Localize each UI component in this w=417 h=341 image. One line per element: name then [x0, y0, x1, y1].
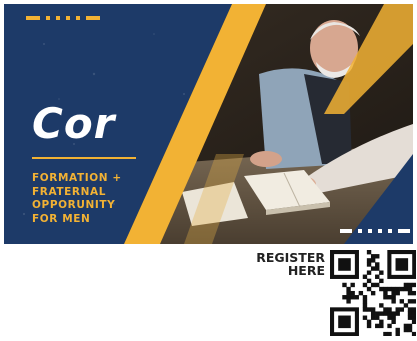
banner-title: Cor — [32, 99, 116, 148]
subtitle-line: FORMATION + — [32, 172, 122, 184]
banner-subtitle: FORMATION + FRATERNAL OPPORUNITY FOR MEN — [32, 172, 162, 226]
qr-code-icon[interactable] — [330, 250, 416, 336]
subtitle-line: FRATERNAL — [32, 185, 106, 198]
subtitle-line: OPPORUNITY — [32, 199, 116, 211]
subtitle-line: FOR MEN — [32, 212, 91, 225]
promo-banner: Cor FORMATION + FRATERNAL OPPORUNITY FOR… — [4, 4, 413, 244]
top-dash-decoration — [26, 16, 106, 20]
bottom-dash-decoration — [340, 229, 413, 233]
register-cta: REGISTER HERE — [256, 251, 325, 277]
register-line: HERE — [287, 263, 325, 278]
title-divider — [32, 157, 136, 159]
